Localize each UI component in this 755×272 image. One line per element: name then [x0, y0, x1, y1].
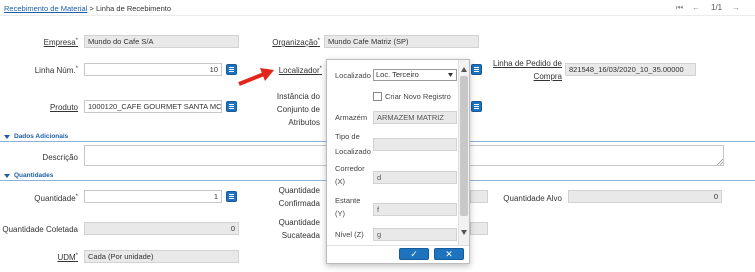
quantidade-alvo-field[interactable]: 0 — [568, 190, 722, 203]
descricao-label: Descrição — [42, 153, 78, 162]
pager-first-button[interactable]: ⏮ — [676, 3, 683, 13]
empresa-field[interactable]: Mundo do Cafe S/A — [84, 35, 239, 48]
dados-adicionais-header[interactable]: Dados Adicionais — [14, 133, 68, 140]
breadcrumb-current: Linha de Recebimento — [95, 4, 172, 13]
criar-novo-registro-checkbox[interactable] — [373, 92, 382, 101]
organizacao-label: Organização* — [272, 38, 320, 47]
empresa-label: Empresa* — [43, 38, 78, 47]
collapse-toggle-icon[interactable] — [4, 174, 10, 178]
popup-footer-divider — [327, 245, 469, 246]
linha-pedido-field[interactable]: 821548_16/03/2020_10_35.00000 — [565, 63, 696, 76]
dropdown-arrow-icon — [448, 73, 453, 77]
organizacao-field[interactable]: Mundo Cafe Matriz (SP) — [324, 35, 479, 48]
linha-pedido-label: Linha de Pedido de Compra — [493, 59, 562, 81]
scrollbar-thumb[interactable] — [460, 76, 468, 216]
linha-num-input[interactable]: 10 — [84, 63, 222, 76]
criar-novo-registro-label: Criar Novo Registro — [385, 92, 451, 101]
nivel-field[interactable]: g — [373, 228, 457, 241]
estante-field[interactable]: f — [373, 203, 457, 216]
localizado-selected-value: Loc. Terceiro — [376, 70, 419, 79]
corredor-field[interactable]: d — [373, 171, 457, 184]
localizador-label: Localizador* — [278, 66, 322, 75]
ok-button[interactable]: ✓ — [399, 248, 429, 260]
instancia-button-icon[interactable] — [471, 101, 482, 112]
quantidade-alvo-label: Quantidade Alvo — [503, 194, 562, 203]
breadcrumb: Recebimento de Material > Linha de Receb… — [4, 4, 171, 13]
udm-label: UDM* — [57, 253, 78, 262]
localizador-button-icon[interactable] — [471, 64, 482, 75]
breadcrumb-parent-link[interactable]: Recebimento de Material — [4, 4, 87, 13]
corredor-label: Corredor (X) — [335, 164, 365, 186]
pager-prev-button[interactable]: ← — [692, 3, 700, 12]
calculator-icon[interactable] — [226, 191, 237, 202]
quantidade-coletada-field[interactable]: 0 — [84, 222, 239, 235]
nivel-label: Nível (Z) — [335, 230, 364, 239]
quantidade-confirmada-field[interactable] — [470, 190, 488, 203]
instancia-label: Instância do Conjunto de Atributos — [276, 92, 320, 127]
collapse-toggle-icon[interactable] — [4, 135, 10, 139]
produto-lookup-icon[interactable] — [226, 101, 237, 112]
close-icon: ✕ — [445, 249, 453, 259]
localizador-popup: Localizado Loc. Terceiro Criar Novo Regi… — [326, 59, 470, 264]
quantidades-header[interactable]: Quantidades — [14, 172, 53, 179]
cancel-button[interactable]: ✕ — [434, 248, 464, 260]
breadcrumb-separator: > — [89, 4, 94, 13]
pager-position: 1/1 — [711, 3, 723, 12]
check-icon: ✓ — [410, 249, 418, 259]
tipo-localizado-field[interactable] — [373, 138, 457, 151]
produto-label: Produto — [49, 103, 78, 112]
quantidade-label: Quantidade* — [34, 194, 78, 203]
quantidade-input[interactable]: 1 — [84, 190, 222, 203]
localizado-select[interactable]: Loc. Terceiro — [373, 69, 457, 81]
produto-input[interactable]: 1000120_CAFE GOURMET SANTA MC — [84, 100, 222, 113]
armazem-field[interactable]: ARMAZEM MATRIZ — [373, 111, 457, 124]
quantidade-sucateada-label: Quantidade Sucateada — [278, 218, 320, 240]
localizado-label: Localizado — [335, 71, 371, 80]
scroll-up-icon[interactable] — [461, 67, 467, 72]
quantidade-coletada-label: Quantidade Coletada — [2, 225, 78, 234]
armazem-label: Armazém — [335, 113, 368, 122]
quantidade-sucateada-field[interactable] — [470, 222, 488, 235]
quantidade-confirmada-label: Quantidade Confirmada — [278, 186, 320, 208]
pager-next-button[interactable]: → — [732, 3, 740, 12]
tipo-localizado-label: Tipo de Localizado — [335, 132, 371, 156]
estante-label: Estante (Y) — [335, 196, 361, 218]
udm-field[interactable]: Cada (Por unidade) — [84, 250, 239, 263]
scroll-down-icon[interactable] — [461, 230, 467, 235]
resize-handle-icon[interactable] — [717, 159, 723, 165]
linha-num-label: Linha Núm.* — [34, 66, 78, 75]
